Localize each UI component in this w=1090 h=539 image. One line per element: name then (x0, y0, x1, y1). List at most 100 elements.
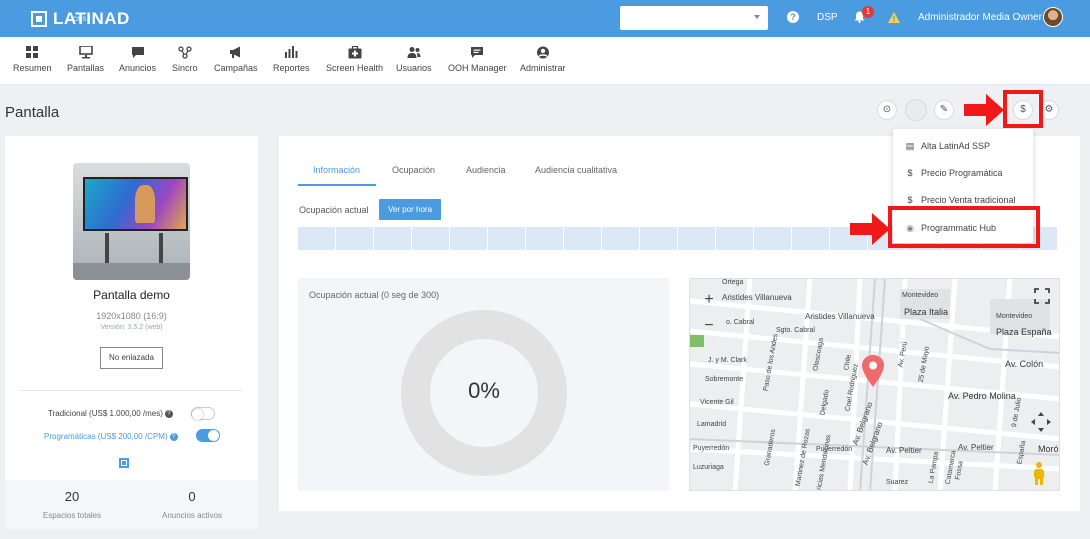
nav-anuncios[interactable]: Anuncios (119, 46, 156, 73)
nav-label: Anuncios (119, 63, 157, 73)
hour-cell[interactable] (792, 227, 830, 250)
hour-cell[interactable] (602, 227, 640, 250)
tab-informacion[interactable]: Información (313, 165, 360, 175)
tab-audiencia[interactable]: Audiencia (466, 165, 506, 175)
edit-icon[interactable]: ✎ (934, 100, 954, 120)
document-icon: ▤ (905, 141, 915, 151)
menu-item-label: Precio Venta tradicional (921, 195, 1016, 205)
hour-cell[interactable] (488, 227, 526, 250)
hour-cell[interactable] (564, 227, 602, 250)
map-label: Av. Peltier (886, 446, 922, 455)
toggle-knob (208, 430, 219, 441)
map-label: Montevideo (996, 313, 1033, 320)
view-by-hour-button[interactable]: Ver por hora (379, 199, 441, 220)
screen-resolution: 1920x1080 (16:9) (96, 311, 167, 321)
screen-photo (73, 163, 190, 280)
occupancy-chart-title: Ocupación actual (0 seg de 300) (309, 290, 440, 300)
stats-bar: 20 Espacios totales 0 Anuncios activos (5, 480, 258, 529)
warning-icon[interactable] (888, 12, 900, 23)
traditional-row: Tradicional (US$ 1.000,00 /mes)? (48, 409, 173, 418)
nav-label: Sincro (172, 63, 198, 73)
user-name[interactable]: Administrador Media Owner (918, 12, 1042, 23)
hour-cell[interactable] (640, 227, 678, 250)
notification-badge: 1 (862, 6, 874, 18)
nav-label: Campañas (214, 63, 258, 73)
menu-item-precio-programatica[interactable]: $ Precio Programática (905, 168, 1002, 178)
ads-stack-icon[interactable] (905, 99, 927, 121)
map-label: Puyerredón (693, 445, 730, 452)
map-label: Vicente Gil (700, 399, 734, 406)
map-label: J. y M. Clark (708, 357, 747, 364)
occupancy-percent: 0% (468, 378, 500, 403)
help-icon[interactable]: ? (164, 409, 173, 418)
chevron-down-icon (754, 15, 760, 19)
ground (73, 263, 190, 280)
nav-sincro[interactable]: Sincro (172, 46, 198, 73)
street-view-icon[interactable] (1032, 461, 1046, 485)
hour-cell[interactable] (754, 227, 792, 250)
menu-item-precio-venta-tradicional[interactable]: $ Precio Venta tradicional (905, 195, 1016, 205)
menu-item-alta-ssp[interactable]: ▤ Alta LatinAd SSP (905, 141, 990, 152)
map-pin-icon[interactable] (862, 355, 884, 387)
chat-icon (131, 47, 144, 58)
divider (20, 390, 242, 391)
link-status-button[interactable]: No enlazada (100, 347, 163, 369)
bar-chart-icon (285, 46, 298, 58)
screen-version: Versión: 3.5.2 (web) (100, 324, 163, 331)
dsp-link[interactable]: DSP (817, 12, 838, 23)
help-icon[interactable]: ? (169, 432, 178, 441)
nav-label: Administrar (520, 63, 566, 73)
nav-label: Pantallas (67, 63, 105, 73)
nav-reportes[interactable]: Reportes (273, 46, 310, 73)
tab-ocupacion[interactable]: Ocupación (392, 165, 435, 175)
latinad-ssp-icon[interactable] (119, 458, 129, 468)
traditional-toggle[interactable] (191, 407, 215, 420)
location-map[interactable]: Ortega Aristides Villanueva Aristides Vi… (689, 278, 1060, 491)
help-icon[interactable]: ? (787, 11, 799, 23)
zoom-out-button[interactable]: − (698, 315, 720, 337)
nav-administrar[interactable]: Administrar (520, 46, 566, 73)
nav-ooh-manager[interactable]: OOH Manager (448, 46, 507, 73)
toggle-knob (192, 409, 203, 420)
map-label: Aristides Villanueva (805, 312, 875, 321)
sync-nodes-icon (178, 46, 192, 59)
occupancy-label: Ocupación actual (299, 205, 369, 215)
nav-screen-health[interactable]: Screen Health (326, 46, 383, 73)
traditional-label: Tradicional (US$ 1.000,00 /mes) (48, 409, 163, 418)
hour-cell[interactable] (678, 227, 716, 250)
page-title: Pantalla (5, 104, 60, 121)
highlight-programmatic-hub (888, 206, 1040, 248)
hour-cell[interactable] (412, 227, 450, 250)
map-rotate-icon[interactable] (1030, 411, 1052, 433)
hour-cell[interactable] (526, 227, 564, 250)
users-icon (407, 47, 421, 58)
nav-campanas[interactable]: Campañas (214, 46, 258, 73)
account-select[interactable] (620, 6, 768, 30)
clock-icon[interactable]: ⊙ (877, 100, 897, 120)
highlight-price-button (1003, 90, 1043, 128)
dollar-icon: $ (907, 168, 913, 178)
fullscreen-icon[interactable] (1033, 287, 1051, 305)
map-label: Sobremonte (705, 376, 744, 383)
map-label: Aristides Villanueva (722, 293, 792, 302)
tab-audiencia-cualitativa[interactable]: Audiencia cualitativa (535, 165, 617, 175)
nav-usuarios[interactable]: Usuarios (396, 46, 432, 73)
nav-pantallas[interactable]: Pantallas (67, 46, 104, 73)
programmatic-toggle[interactable] (196, 429, 220, 442)
map-label: Luzuriaga (693, 464, 724, 471)
map-label: Plaza Italia (904, 307, 949, 317)
arrow-right-icon (850, 213, 890, 245)
hour-cell[interactable] (298, 227, 336, 250)
hour-cell[interactable] (716, 227, 754, 250)
billboard-panel (83, 177, 188, 231)
occupancy-donut: 0% (401, 310, 567, 476)
avatar[interactable] (1043, 7, 1063, 27)
top-bar: LATINAD CMS ? DSP 1 Administrador Media … (0, 0, 1090, 37)
active-tab-indicator (298, 184, 376, 186)
hour-cell[interactable] (374, 227, 412, 250)
hour-cell[interactable] (336, 227, 374, 250)
nav-resumen[interactable]: Resumen (13, 46, 52, 73)
zoom-in-button[interactable]: + (698, 289, 720, 311)
hour-cell[interactable] (450, 227, 488, 250)
nav-label: OOH Manager (448, 63, 507, 73)
